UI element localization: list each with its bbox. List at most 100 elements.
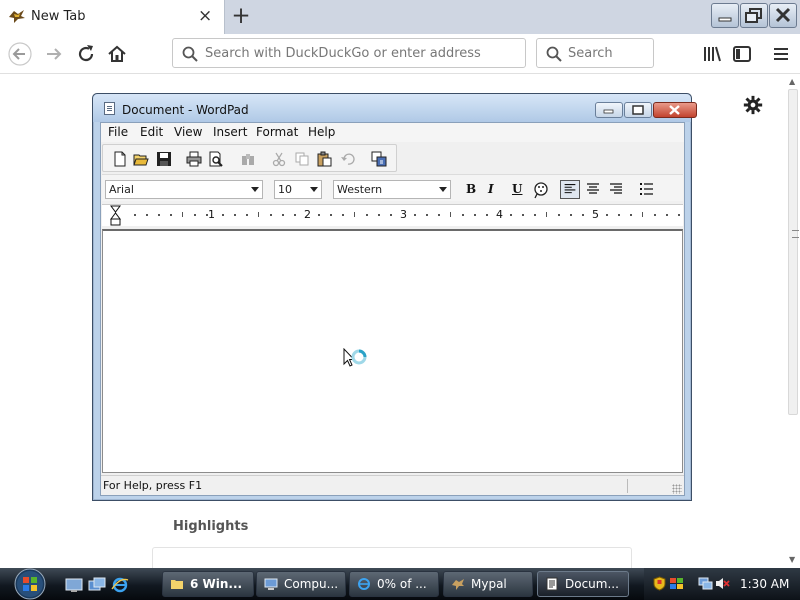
search-icon — [546, 46, 562, 62]
menu-hamburger-icon[interactable] — [769, 42, 793, 66]
font-name-select[interactable]: Arial — [105, 180, 263, 199]
computer-icon — [264, 578, 278, 590]
script-value: Western — [337, 183, 383, 196]
library-icon[interactable] — [700, 42, 724, 66]
bullets-icon[interactable] — [637, 180, 657, 199]
indent-marker-icon[interactable] — [110, 205, 122, 227]
undo-icon[interactable] — [340, 151, 356, 167]
minimize-icon — [603, 109, 614, 114]
insert-datetime-icon[interactable] — [371, 151, 387, 167]
taskbar-button-mypal[interactable]: Mypal — [443, 571, 533, 597]
wordpad-maximize-button[interactable] — [624, 102, 652, 118]
internet-explorer-icon[interactable] — [111, 577, 129, 593]
new-tab-button[interactable]: + — [229, 2, 253, 30]
align-center-icon[interactable] — [583, 180, 603, 199]
maximize-icon — [632, 105, 644, 115]
taskbar-button-label: 6 Win... — [190, 577, 243, 591]
mypal-icon — [452, 579, 464, 590]
windows-flag-icon[interactable] — [669, 576, 684, 591]
copy-icon[interactable] — [294, 151, 310, 167]
minimize-icon — [718, 17, 732, 22]
close-window-button[interactable] — [769, 3, 797, 28]
resize-grip-icon[interactable] — [672, 484, 682, 494]
underline-button[interactable]: U — [512, 182, 522, 196]
save-disk-icon[interactable] — [156, 151, 172, 167]
volume-muted-icon[interactable] — [715, 576, 730, 591]
scroll-up-arrow-icon[interactable]: ▲ — [789, 77, 795, 86]
new-document-icon[interactable] — [112, 151, 128, 167]
gear-icon[interactable] — [742, 94, 764, 116]
clock[interactable]: 1:30 AM — [740, 577, 789, 591]
wordpad-window: Document - WordPad File Edit View Insert… — [92, 93, 697, 501]
taskbar-button-label: Mypal — [471, 577, 507, 591]
taskbar: 6 Win... Compu... 0% of ... Mypal Docum.… — [0, 568, 800, 600]
reload-icon[interactable] — [74, 42, 98, 66]
busy-cursor-icon — [343, 348, 367, 367]
restore-window-button[interactable] — [740, 3, 768, 28]
menu-edit[interactable]: Edit — [140, 125, 163, 139]
tab-close-icon[interactable]: × — [198, 6, 212, 26]
taskbar-button-label: Docum... — [565, 577, 619, 591]
chevron-down-icon — [310, 187, 318, 192]
script-select[interactable]: Western — [333, 180, 451, 199]
security-shield-icon[interactable] — [652, 576, 667, 591]
tab-title: New Tab — [31, 9, 86, 24]
taskbar-button-download[interactable]: 0% of ... — [349, 571, 439, 597]
wordpad-close-button[interactable] — [653, 102, 697, 118]
grip-icon — [792, 230, 799, 238]
print-preview-icon[interactable] — [208, 151, 224, 167]
tab-new-tab[interactable]: New Tab × — [0, 0, 225, 34]
menu-view[interactable]: View — [174, 125, 202, 139]
ruler-number: 1 — [208, 208, 215, 221]
system-tray: 1:30 AM — [644, 568, 800, 600]
restore-icon — [745, 8, 762, 23]
status-bar: For Help, press F1 — [101, 475, 684, 495]
scrollbar-thumb[interactable] — [788, 89, 799, 415]
chevron-down-icon — [251, 187, 259, 192]
home-icon[interactable] — [105, 42, 129, 66]
align-right-icon[interactable] — [606, 180, 626, 199]
print-icon[interactable] — [186, 151, 202, 167]
taskbar-button-explorer[interactable]: 6 Win... — [162, 571, 254, 597]
wordpad-minimize-button[interactable] — [595, 102, 623, 118]
show-desktop-icon[interactable] — [65, 577, 83, 593]
network-icon[interactable] — [698, 576, 713, 591]
search-icon — [182, 46, 198, 62]
menu-insert[interactable]: Insert — [213, 125, 247, 139]
taskbar-button-wordpad[interactable]: Docum... — [537, 571, 629, 597]
bold-button[interactable]: B — [466, 182, 476, 196]
sidebar-icon[interactable] — [730, 42, 754, 66]
font-size-select[interactable]: 10 — [274, 180, 322, 199]
menu-help[interactable]: Help — [308, 125, 335, 139]
menu-format[interactable]: Format — [256, 125, 298, 139]
forward-arrow-icon[interactable] — [42, 42, 66, 66]
open-folder-icon[interactable] — [133, 151, 149, 167]
format-toolbar: Arial 10 Western B I U — [102, 174, 683, 201]
tab-bar: New Tab × + — [0, 0, 800, 34]
ruler-number: 4 — [496, 208, 503, 221]
italic-button[interactable]: I — [488, 182, 494, 196]
taskbar-button-computer[interactable]: Compu... — [256, 571, 346, 597]
ruler-number: 5 — [592, 208, 599, 221]
ruler-number: 2 — [304, 208, 311, 221]
find-binoculars-icon[interactable] — [240, 151, 256, 167]
page-scrollbar[interactable]: ▲ ▼ — [786, 75, 800, 568]
document-editing-area[interactable] — [102, 229, 683, 473]
paste-clipboard-icon[interactable] — [316, 151, 332, 167]
ruler[interactable]: 1 2 3 4 5 — [102, 204, 683, 226]
wordpad-title-bar[interactable]: Document - WordPad — [93, 94, 697, 122]
search-box[interactable]: Search — [536, 38, 654, 68]
status-divider — [627, 479, 628, 493]
menu-file[interactable]: File — [108, 125, 128, 139]
document-icon — [104, 102, 115, 115]
back-arrow-icon[interactable] — [8, 42, 32, 66]
cut-scissors-icon[interactable] — [271, 151, 287, 167]
text-color-palette-icon[interactable] — [531, 180, 551, 199]
address-bar[interactable]: Search with DuckDuckGo or enter address — [172, 38, 526, 68]
scroll-down-arrow-icon[interactable]: ▼ — [789, 555, 795, 564]
start-orb-icon[interactable] — [10, 567, 50, 600]
align-left-icon[interactable] — [560, 180, 580, 199]
switch-windows-icon[interactable] — [88, 577, 106, 593]
wordpad-menu-bar: File Edit View Insert Format Help — [101, 123, 684, 142]
minimize-window-button[interactable] — [711, 3, 739, 28]
